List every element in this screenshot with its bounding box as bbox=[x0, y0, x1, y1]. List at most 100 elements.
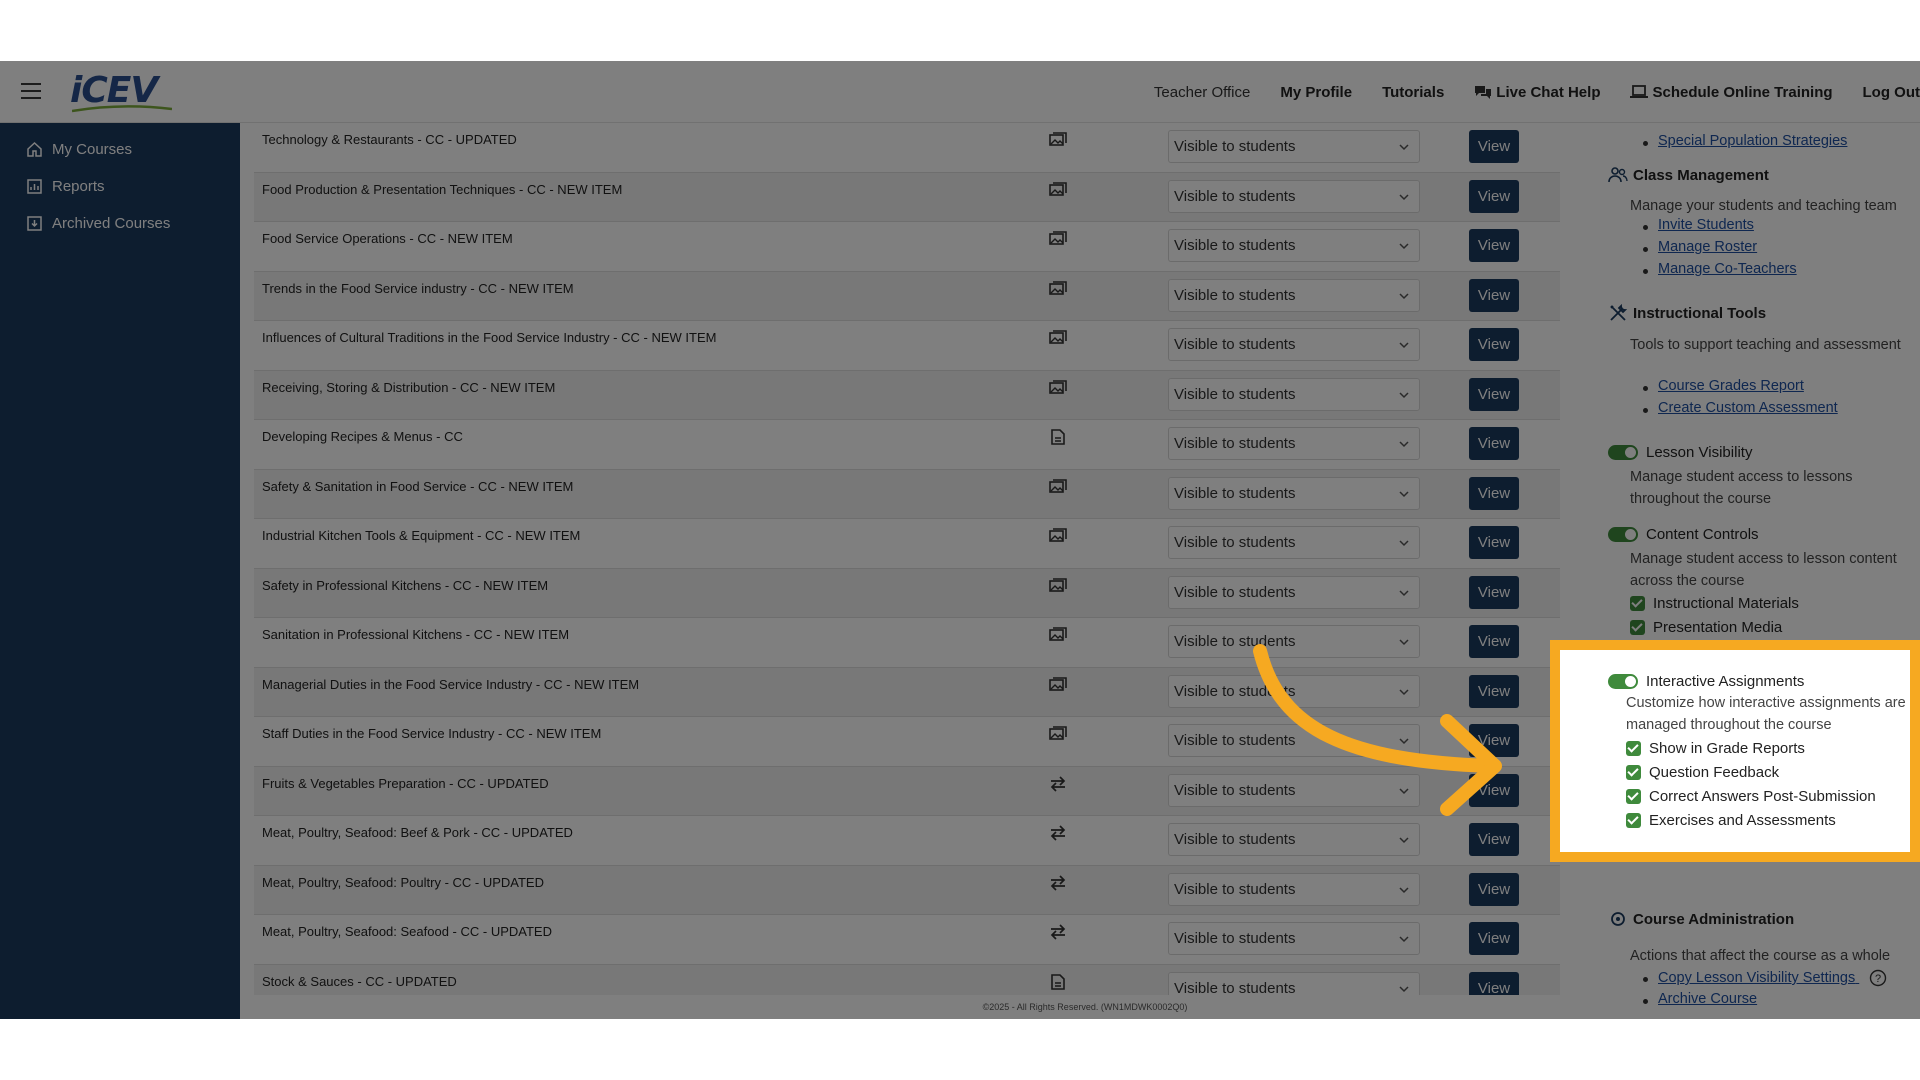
visibility-select[interactable]: Visible to students bbox=[1168, 377, 1420, 411]
view-button[interactable]: View bbox=[1469, 872, 1519, 906]
visibility-select[interactable]: Visible to students bbox=[1168, 872, 1420, 906]
check-question-feedback[interactable]: Question Feedback bbox=[1626, 764, 1779, 781]
view-button[interactable]: View bbox=[1469, 526, 1519, 559]
visibility-select[interactable]: Visible to students bbox=[1168, 328, 1420, 361]
check-show-in-grade-reports[interactable]: Show in Grade Reports bbox=[1626, 740, 1805, 757]
link-copy-lesson-visibility[interactable]: Copy Lesson Visibility Settings ? bbox=[1658, 969, 1887, 987]
table-row: Safety & Sanitation in Food Service - CC… bbox=[254, 469, 1560, 519]
gallery-icon bbox=[1049, 577, 1067, 592]
view-button[interactable]: View bbox=[1469, 971, 1519, 995]
visibility-select[interactable]: Visible to students bbox=[1168, 922, 1420, 955]
view-button[interactable]: View bbox=[1469, 922, 1519, 955]
top-nav: Teacher Office My Profile Tutorials Live… bbox=[1124, 61, 1920, 123]
visibility-select[interactable]: Visible to students bbox=[1168, 278, 1420, 312]
checkbox-checked[interactable] bbox=[1630, 596, 1645, 611]
link-archive-course[interactable]: Archive Course bbox=[1658, 991, 1757, 1007]
visibility-select[interactable]: Visible to students bbox=[1168, 229, 1420, 262]
view-button[interactable]: View bbox=[1469, 377, 1519, 411]
check-instructional-materials[interactable]: Instructional Materials bbox=[1630, 595, 1799, 612]
visibility-select[interactable]: Visible to students bbox=[1168, 476, 1420, 510]
checkbox-checked[interactable] bbox=[1626, 765, 1641, 780]
visibility-select[interactable]: Visible to students bbox=[1168, 674, 1420, 708]
lesson-title: Stock & Sauces - CC - UPDATED bbox=[262, 973, 457, 989]
visibility-select[interactable]: Visible to students bbox=[1168, 773, 1420, 807]
chevron-down-icon bbox=[1399, 243, 1409, 250]
view-button[interactable]: View bbox=[1469, 724, 1519, 757]
checkbox-checked[interactable] bbox=[1630, 620, 1645, 635]
lesson-title: Safety in Professional Kitchens - CC - N… bbox=[262, 577, 549, 593]
link-course-grades-report[interactable]: Course Grades Report bbox=[1658, 378, 1804, 394]
view-button[interactable]: View bbox=[1469, 476, 1519, 510]
lesson-title: Industrial Kitchen Tools & Equipment - C… bbox=[262, 528, 581, 543]
nav-live-chat-help[interactable]: Live Chat Help bbox=[1474, 84, 1600, 101]
sidebar-item-archived-courses[interactable]: Archived Courses bbox=[0, 205, 240, 242]
sidebar-item-my-courses[interactable]: My Courses bbox=[0, 131, 240, 168]
visibility-select[interactable]: Visible to students bbox=[1168, 526, 1420, 559]
checkbox-checked[interactable] bbox=[1626, 741, 1641, 756]
view-button[interactable]: View bbox=[1469, 823, 1519, 856]
content-controls-toggle[interactable] bbox=[1608, 527, 1638, 542]
view-button[interactable]: View bbox=[1469, 229, 1519, 262]
link-invite-students[interactable]: Invite Students bbox=[1658, 217, 1754, 233]
view-button[interactable]: View bbox=[1469, 130, 1519, 163]
check-exercises-assessments[interactable]: Exercises and Assessments bbox=[1626, 812, 1836, 829]
table-row: Meat, Poultry, Seafood: Beef & Pork - CC… bbox=[254, 816, 1560, 866]
chevron-down-icon bbox=[1399, 589, 1409, 596]
checkbox-checked[interactable] bbox=[1626, 789, 1641, 804]
link-create-custom-assessment[interactable]: Create Custom Assessment bbox=[1658, 400, 1838, 416]
nav-teacher-office[interactable]: Teacher Office bbox=[1154, 84, 1250, 101]
nav-schedule-training[interactable]: Schedule Online Training bbox=[1630, 84, 1833, 101]
gallery-icon bbox=[1049, 676, 1067, 691]
visibility-select[interactable]: Visible to students bbox=[1168, 130, 1420, 163]
check-correct-answers[interactable]: Correct Answers Post-Submission bbox=[1626, 788, 1876, 805]
table-row: Influences of Cultural Traditions in the… bbox=[254, 321, 1560, 371]
swap-icon bbox=[1050, 775, 1066, 792]
lesson-title: Fruits & Vegetables Preparation - CC - U… bbox=[262, 775, 549, 791]
visibility-select[interactable]: Visible to students bbox=[1168, 724, 1420, 757]
chevron-down-icon bbox=[1399, 490, 1409, 497]
view-button[interactable]: View bbox=[1469, 427, 1519, 460]
help-icon[interactable]: ? bbox=[1869, 969, 1887, 987]
view-button[interactable]: View bbox=[1469, 773, 1519, 807]
check-presentation-media[interactable]: Presentation Media bbox=[1630, 619, 1782, 636]
gallery-icon bbox=[1049, 330, 1067, 344]
link-manage-roster[interactable]: Manage Roster bbox=[1658, 239, 1757, 255]
nav-tutorials[interactable]: Tutorials bbox=[1382, 84, 1444, 101]
bullet bbox=[1643, 386, 1648, 391]
view-button[interactable]: View bbox=[1469, 278, 1519, 312]
nav-my-profile[interactable]: My Profile bbox=[1280, 84, 1352, 101]
link-special-population[interactable]: Special Population Strategies bbox=[1658, 133, 1847, 149]
visibility-select[interactable]: Visible to students bbox=[1168, 971, 1420, 995]
visibility-select[interactable]: Visible to students bbox=[1168, 179, 1420, 213]
view-button[interactable]: View bbox=[1469, 575, 1519, 609]
visibility-select[interactable]: Visible to students bbox=[1168, 427, 1420, 460]
table-row: Fruits & Vegetables Preparation - CC - U… bbox=[254, 766, 1560, 816]
nav-log-out[interactable]: Log Out bbox=[1863, 84, 1920, 101]
view-button[interactable]: View bbox=[1469, 328, 1519, 361]
table-row: Managerial Duties in the Food Service In… bbox=[254, 667, 1560, 717]
visibility-select[interactable]: Visible to students bbox=[1168, 625, 1420, 658]
chevron-down-icon bbox=[1399, 837, 1409, 844]
icev-logo[interactable]: iCEV bbox=[70, 69, 180, 113]
gallery-icon bbox=[1049, 231, 1067, 245]
checkbox-checked[interactable] bbox=[1626, 813, 1641, 828]
visibility-select[interactable]: Visible to students bbox=[1168, 575, 1420, 609]
content-controls-desc: Manage student access to lesson content … bbox=[1630, 551, 1897, 589]
lesson-title: Safety & Sanitation in Food Service - CC… bbox=[262, 478, 574, 494]
table-row: Industrial Kitchen Tools & Equipment - C… bbox=[254, 519, 1560, 569]
menu-icon[interactable] bbox=[21, 83, 41, 99]
view-button[interactable]: View bbox=[1469, 674, 1519, 708]
view-button[interactable]: View bbox=[1469, 625, 1519, 658]
visibility-select[interactable]: Visible to students bbox=[1168, 823, 1420, 856]
lesson-title: Food Service Operations - CC - NEW ITEM bbox=[262, 231, 513, 246]
sidebar-item-reports[interactable]: Reports bbox=[0, 168, 240, 205]
gallery-icon bbox=[1049, 528, 1067, 542]
view-button[interactable]: View bbox=[1469, 179, 1519, 213]
bullet bbox=[1643, 999, 1648, 1004]
archive-icon bbox=[27, 216, 42, 231]
logo-swoosh-icon bbox=[72, 105, 172, 113]
lesson-title: Influences of Cultural Traditions in the… bbox=[262, 330, 717, 345]
link-manage-co-teachers[interactable]: Manage Co-Teachers bbox=[1658, 261, 1797, 277]
lesson-visibility-toggle[interactable] bbox=[1608, 445, 1638, 460]
interactive-assignments-toggle[interactable] bbox=[1608, 674, 1638, 689]
